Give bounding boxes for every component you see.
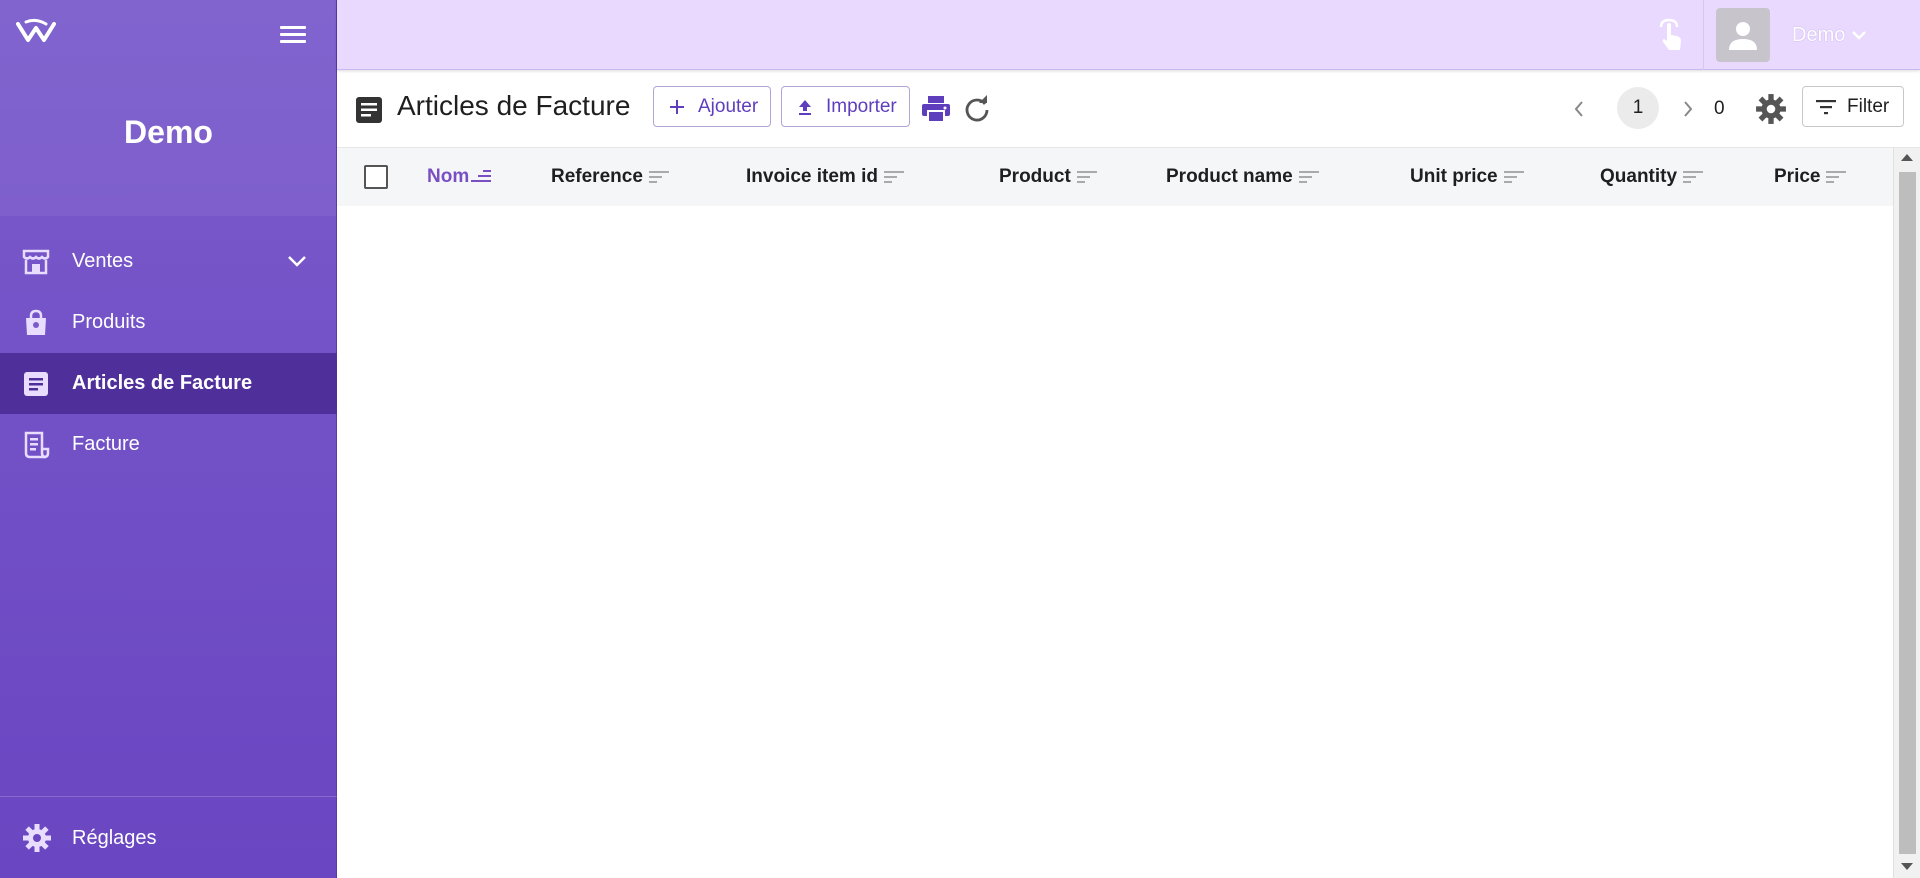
column-label: Nom bbox=[427, 166, 470, 187]
sort-icon bbox=[648, 171, 669, 183]
select-all-checkbox[interactable] bbox=[364, 165, 388, 189]
sidebar-item-facture[interactable]: Facture bbox=[0, 414, 337, 475]
chevron-right-icon[interactable] bbox=[1680, 98, 1696, 120]
column-label: Product name bbox=[1166, 166, 1293, 187]
sort-icon bbox=[1826, 171, 1847, 183]
sidebar-item-articles-de-facture[interactable]: Articles de Facture bbox=[0, 353, 337, 414]
touch-mode-icon[interactable] bbox=[1655, 17, 1689, 53]
user-menu-name[interactable]: Demo bbox=[1792, 24, 1845, 47]
gear-icon[interactable] bbox=[1755, 93, 1787, 125]
settings-label: Réglages bbox=[72, 827, 157, 849]
document-icon bbox=[356, 97, 382, 123]
shopping-bag-icon bbox=[22, 309, 50, 337]
store-icon bbox=[22, 248, 50, 276]
app-logo bbox=[16, 18, 56, 42]
sidebar: Demo Ventes Produits Articles de Facture bbox=[0, 0, 337, 878]
list-toolbar: Articles de Facture Ajouter Importer 1 0… bbox=[337, 70, 1920, 148]
sidebar-item-label: Articles de Facture bbox=[72, 372, 253, 394]
scroll-up-arrow[interactable] bbox=[1901, 154, 1913, 161]
vertical-scrollbar[interactable] bbox=[1893, 148, 1920, 878]
column-label: Product bbox=[999, 166, 1071, 187]
import-button-label: Importer bbox=[826, 95, 897, 117]
scroll-down-arrow[interactable] bbox=[1901, 863, 1913, 870]
column-header-nom[interactable]: Nom bbox=[427, 166, 492, 188]
column-label: Quantity bbox=[1600, 166, 1678, 187]
filter-icon bbox=[1816, 99, 1836, 114]
import-button[interactable]: Importer bbox=[781, 86, 910, 127]
add-button-label: Ajouter bbox=[698, 95, 759, 117]
total-count: 0 bbox=[1714, 98, 1725, 119]
column-label: Unit price bbox=[1410, 166, 1498, 187]
brand-name: Demo bbox=[124, 114, 213, 150]
column-header-invoice-item-id[interactable]: Invoice item id bbox=[746, 166, 904, 188]
top-bar: Demo bbox=[337, 0, 1920, 70]
divider bbox=[1703, 0, 1704, 70]
receipt-icon bbox=[22, 431, 50, 459]
column-label: Price bbox=[1774, 166, 1821, 187]
column-header-quantity[interactable]: Quantity bbox=[1600, 166, 1704, 188]
chevron-down-icon[interactable] bbox=[1851, 28, 1867, 42]
gear-icon bbox=[23, 824, 51, 852]
scrollbar-thumb[interactable] bbox=[1899, 172, 1916, 854]
column-header-product-name[interactable]: Product name bbox=[1166, 166, 1319, 188]
filter-button[interactable]: Filter bbox=[1802, 86, 1904, 127]
column-header-unit-price[interactable]: Unit price bbox=[1410, 166, 1524, 188]
sidebar-item-produits[interactable]: Produits bbox=[0, 292, 337, 353]
add-button[interactable]: Ajouter bbox=[653, 86, 771, 127]
column-header-product[interactable]: Product bbox=[999, 166, 1097, 188]
sidebar-header: Demo bbox=[0, 0, 336, 216]
sidebar-item-ventes[interactable]: Ventes bbox=[0, 231, 337, 292]
menu-toggle-button[interactable] bbox=[278, 22, 308, 48]
sort-icon bbox=[471, 170, 492, 182]
page-title: Articles de Facture bbox=[397, 90, 631, 121]
sort-icon bbox=[1076, 171, 1097, 183]
column-label: Invoice item id bbox=[746, 166, 878, 187]
print-icon[interactable] bbox=[920, 94, 952, 124]
chevron-down-icon bbox=[288, 256, 306, 267]
sidebar-item-label: Facture bbox=[72, 433, 140, 455]
chevron-left-icon[interactable] bbox=[1571, 98, 1587, 120]
current-page[interactable]: 1 bbox=[1617, 87, 1659, 129]
upload-icon bbox=[799, 99, 811, 115]
column-header-reference[interactable]: Reference bbox=[551, 166, 669, 188]
refresh-icon[interactable] bbox=[963, 95, 991, 123]
table-header: Nom Reference Invoice item id Product Pr… bbox=[337, 148, 1893, 206]
filter-button-label: Filter bbox=[1847, 95, 1890, 117]
sort-icon bbox=[1298, 171, 1319, 183]
plus-icon bbox=[670, 99, 684, 114]
sort-icon bbox=[1503, 171, 1524, 183]
sidebar-item-reglages[interactable]: Réglages bbox=[0, 796, 337, 878]
sidebar-nav: Ventes Produits Articles de Facture Fact… bbox=[0, 231, 337, 475]
user-icon bbox=[1729, 22, 1757, 50]
sidebar-item-label: Produits bbox=[72, 311, 146, 333]
sort-icon bbox=[883, 171, 904, 183]
document-icon bbox=[22, 370, 50, 398]
column-header-price[interactable]: Price bbox=[1774, 166, 1847, 188]
sidebar-item-label: Ventes bbox=[72, 250, 134, 272]
sort-icon bbox=[1683, 171, 1704, 183]
avatar[interactable] bbox=[1716, 8, 1770, 62]
column-label: Reference bbox=[551, 166, 643, 187]
